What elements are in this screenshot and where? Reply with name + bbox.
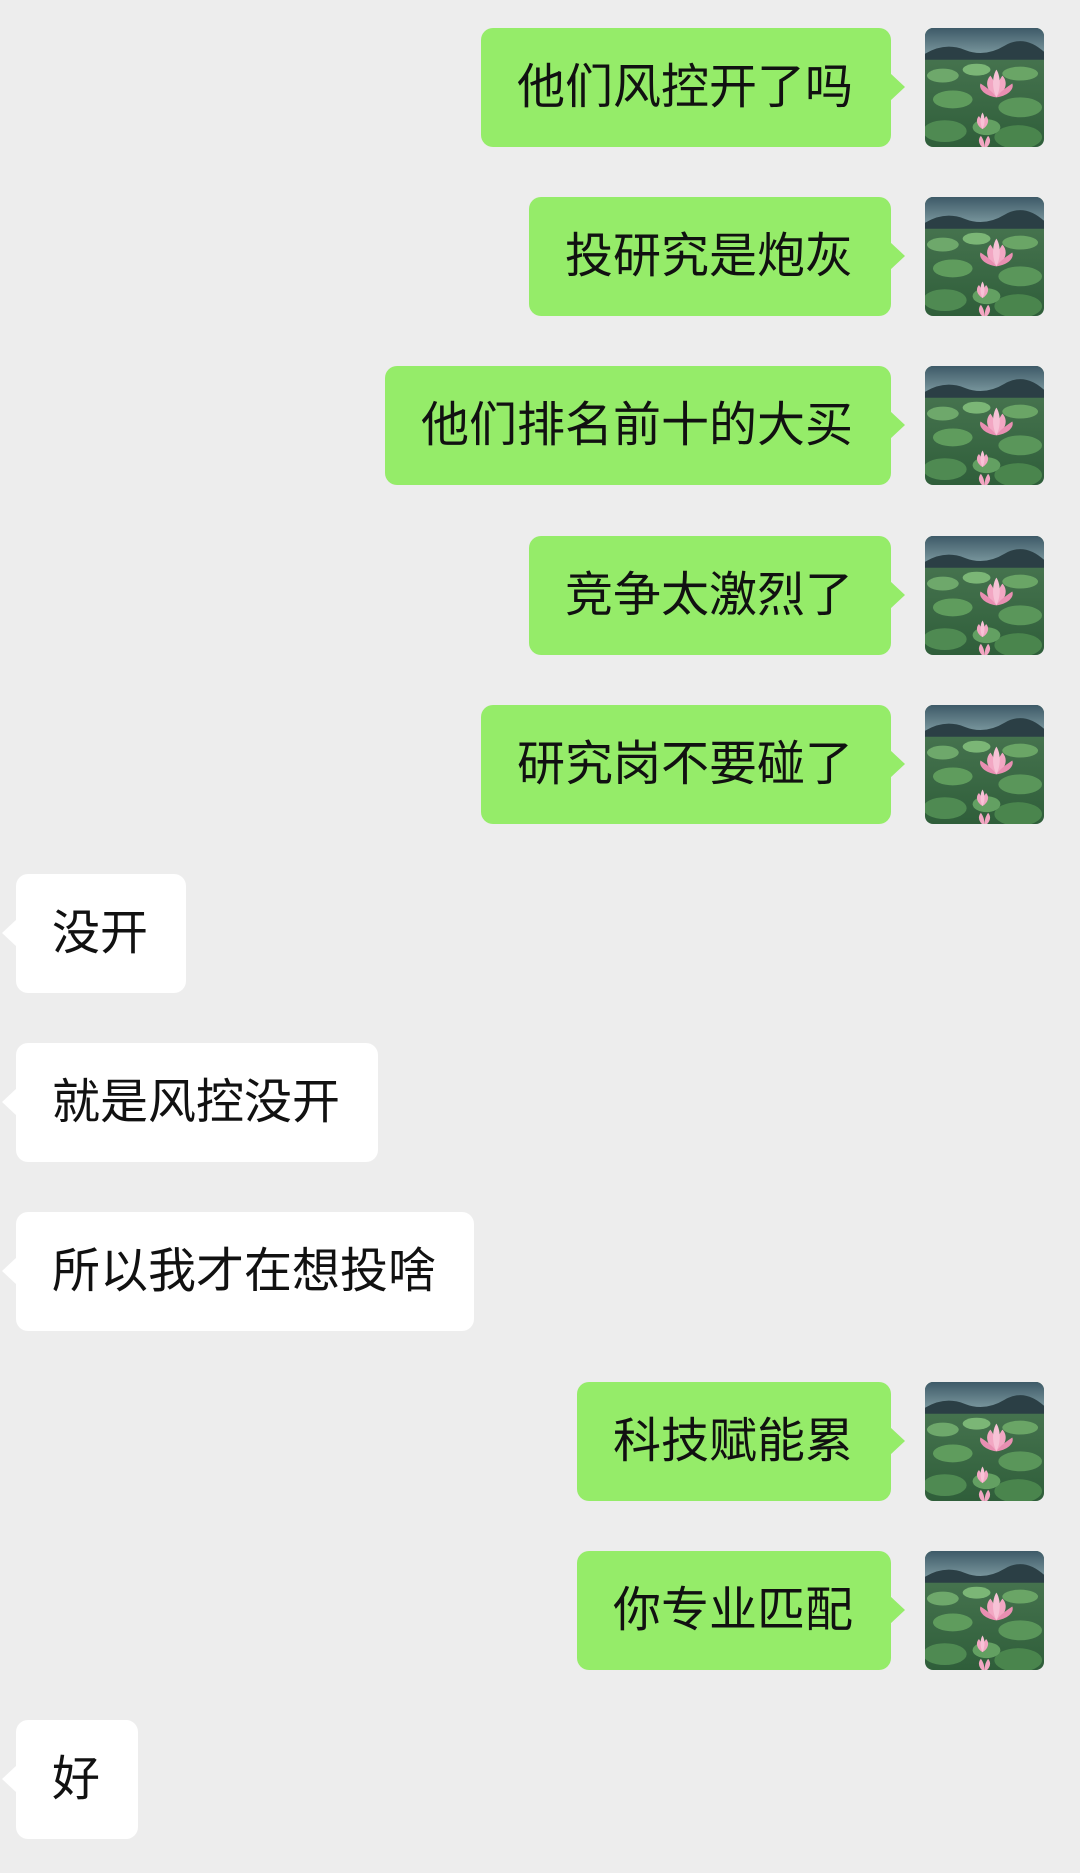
message-row: 投研究是炮灰 — [0, 197, 1080, 316]
message-bubble[interactable]: 你专业匹配 — [576, 1551, 906, 1670]
lotus-pond-avatar-icon[interactable] — [925, 197, 1044, 316]
message-bubble[interactable]: 投研究是炮灰 — [528, 197, 906, 316]
lotus-pond-avatar-icon[interactable] — [925, 536, 1044, 655]
message-bubble[interactable]: 所以我才在想投啥 — [1, 1212, 475, 1331]
message-row: 竞争太激烈了 — [0, 536, 1080, 655]
lotus-pond-avatar-icon[interactable] — [925, 1551, 1044, 1670]
lotus-pond-avatar-icon[interactable] — [925, 705, 1044, 824]
message-row: 研究岗不要碰了 — [0, 705, 1080, 824]
lotus-pond-avatar-icon[interactable] — [925, 28, 1044, 147]
message-row: 他们排名前十的大买 — [0, 366, 1080, 485]
message-bubble[interactable]: 就是风控没开 — [1, 1043, 379, 1162]
message-row: 你专业匹配 — [0, 1551, 1080, 1670]
message-bubble[interactable]: 他们排名前十的大买 — [384, 366, 906, 485]
message-row: 没开 — [0, 874, 1080, 993]
message-bubble[interactable]: 好 — [1, 1720, 139, 1839]
message-row: 科技赋能累 — [0, 1382, 1080, 1501]
message-bubble[interactable]: 科技赋能累 — [576, 1382, 906, 1501]
lotus-pond-avatar-icon[interactable] — [925, 1382, 1044, 1501]
message-bubble[interactable]: 竞争太激烈了 — [528, 536, 906, 655]
message-bubble[interactable]: 研究岗不要碰了 — [480, 705, 906, 824]
chat-message-list: 他们风控开了吗 投研究是炮灰 他们排名前十的大买 竞争太激烈了 研究岗不要碰了 … — [0, 0, 1080, 1873]
message-row: 所以我才在想投啥 — [0, 1212, 1080, 1331]
message-bubble[interactable]: 他们风控开了吗 — [480, 28, 906, 147]
message-row: 好 — [0, 1720, 1080, 1839]
lotus-pond-avatar-icon[interactable] — [925, 366, 1044, 485]
message-bubble[interactable]: 没开 — [1, 874, 187, 993]
message-row: 他们风控开了吗 — [0, 28, 1080, 147]
message-row: 就是风控没开 — [0, 1043, 1080, 1162]
